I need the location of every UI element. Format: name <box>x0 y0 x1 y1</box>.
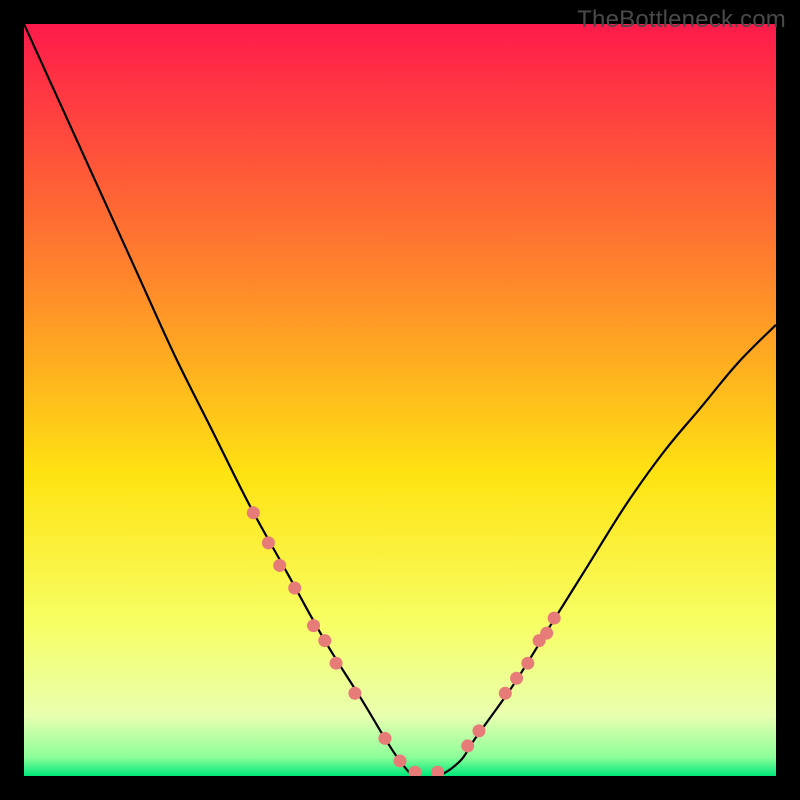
marker-dot <box>378 732 391 745</box>
watermark-text: TheBottleneck.com <box>577 6 786 34</box>
marker-dot <box>461 739 474 752</box>
chart-frame <box>24 24 776 776</box>
marker-dot <box>348 687 361 700</box>
marker-dot <box>510 672 523 685</box>
marker-dot <box>307 619 320 632</box>
bottleneck-chart <box>24 24 776 776</box>
gradient-background <box>24 24 776 776</box>
marker-dot <box>499 687 512 700</box>
marker-dot <box>472 724 485 737</box>
marker-dot <box>262 536 275 549</box>
marker-dot <box>330 657 343 670</box>
marker-dot <box>548 612 561 625</box>
marker-dot <box>273 559 286 572</box>
marker-dot <box>540 627 553 640</box>
marker-dot <box>288 582 301 595</box>
marker-dot <box>521 657 534 670</box>
marker-dot <box>318 634 331 647</box>
marker-dot <box>247 506 260 519</box>
marker-dot <box>394 754 407 767</box>
